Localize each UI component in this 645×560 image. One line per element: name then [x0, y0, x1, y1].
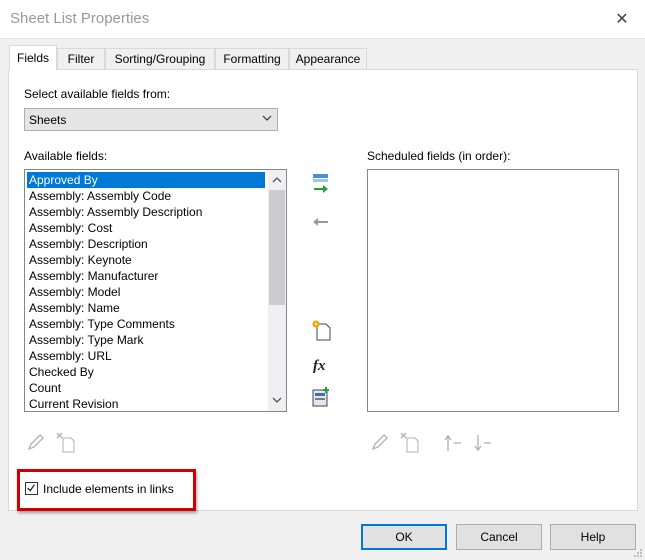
- ok-button[interactable]: OK: [361, 524, 447, 550]
- tab-appearance[interactable]: Appearance: [289, 48, 367, 69]
- move-down-icon: [474, 435, 491, 452]
- delete-scheduled-parameter-button[interactable]: [397, 430, 421, 454]
- checkmark-icon: [27, 484, 35, 492]
- list-item[interactable]: Assembly: Keynote: [27, 252, 132, 268]
- edit-scheduled-parameter-button[interactable]: [368, 430, 392, 454]
- list-item[interactable]: Assembly: Description: [27, 236, 148, 252]
- list-item[interactable]: Assembly: Assembly Description: [27, 204, 202, 220]
- tab-sorting-grouping[interactable]: Sorting/Grouping: [105, 48, 215, 69]
- remove-parameter-button[interactable]: [309, 210, 333, 234]
- move-down-button[interactable]: [471, 431, 495, 455]
- scheduled-fields-label: Scheduled fields (in order):: [367, 149, 511, 163]
- new-parameter-icon: [312, 320, 331, 341]
- include-links-checkbox[interactable]: [25, 482, 38, 495]
- combine-parameters-icon: [312, 387, 329, 407]
- move-up-button[interactable]: [441, 431, 465, 455]
- select-from-value: Sheets: [29, 113, 67, 127]
- move-up-icon: [444, 434, 461, 451]
- list-item[interactable]: Assembly: Assembly Code: [27, 188, 171, 204]
- close-button[interactable]: ✕: [599, 0, 645, 38]
- list-item[interactable]: Assembly: Model: [27, 284, 120, 300]
- scroll-down-icon[interactable]: [271, 394, 283, 406]
- list-item[interactable]: Checked By: [27, 364, 94, 380]
- list-item[interactable]: Assembly: Name: [27, 300, 120, 316]
- tab-filter[interactable]: Filter: [57, 48, 105, 69]
- chevron-down-icon: [262, 115, 272, 121]
- list-item[interactable]: Assembly: Manufacturer: [27, 268, 158, 284]
- delete-parameter-icon: [400, 432, 419, 453]
- pencil-icon: [371, 434, 388, 451]
- scroll-thumb[interactable]: [269, 190, 285, 305]
- svg-text:fx: fx: [313, 358, 326, 374]
- available-fields-list[interactable]: Approved By Assembly: Assembly Code Asse…: [24, 169, 287, 412]
- window-title: Sheet List Properties: [10, 10, 150, 27]
- scheduled-fields-list[interactable]: [367, 169, 619, 412]
- resize-grip-icon[interactable]: [633, 548, 643, 558]
- select-from-label: Select available fields from:: [24, 87, 171, 101]
- add-field-icon: [313, 174, 328, 193]
- combine-parameters-button[interactable]: [309, 385, 333, 409]
- list-item[interactable]: Count: [27, 380, 61, 396]
- available-fields-scrollbar[interactable]: [268, 170, 286, 411]
- close-icon: ✕: [615, 11, 629, 28]
- calculated-value-button[interactable]: fx: [309, 352, 333, 376]
- list-item[interactable]: Assembly: Type Mark: [27, 332, 143, 348]
- new-parameter-button[interactable]: [309, 318, 333, 342]
- include-links-label: Include elements in links: [43, 482, 174, 496]
- available-fields-label: Available fields:: [24, 149, 108, 163]
- list-item[interactable]: Current Revision: [27, 396, 118, 411]
- list-item[interactable]: Assembly: Cost: [27, 220, 112, 236]
- edit-parameter-button[interactable]: [24, 430, 48, 454]
- add-parameter-button[interactable]: [309, 172, 333, 196]
- delete-parameter-button[interactable]: [53, 430, 77, 454]
- tab-fields[interactable]: Fields: [9, 45, 57, 70]
- list-item[interactable]: Approved By: [27, 172, 265, 188]
- scroll-up-icon[interactable]: [271, 174, 283, 186]
- arrow-left-icon: [313, 218, 328, 226]
- tab-formatting[interactable]: Formatting: [215, 48, 289, 69]
- cancel-button[interactable]: Cancel: [456, 524, 542, 550]
- delete-parameter-icon: [56, 432, 75, 453]
- pencil-icon: [27, 434, 44, 451]
- function-fx-icon: fx: [313, 358, 326, 374]
- list-item[interactable]: Assembly: Type Comments: [27, 316, 175, 332]
- help-button[interactable]: Help: [550, 524, 636, 550]
- list-item[interactable]: Assembly: URL: [27, 348, 112, 364]
- select-from-dropdown[interactable]: Sheets: [24, 108, 278, 131]
